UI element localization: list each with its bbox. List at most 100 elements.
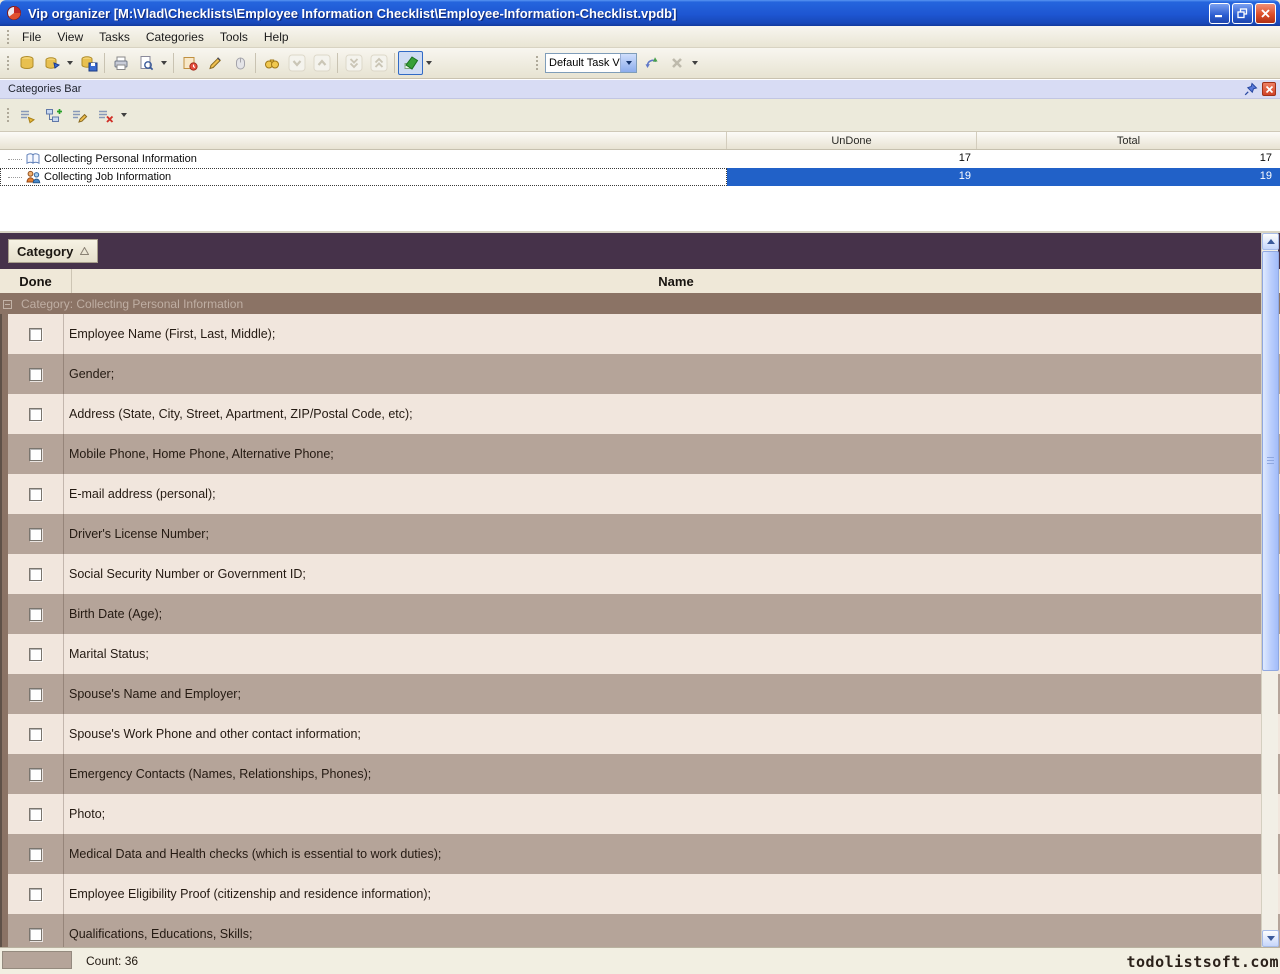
task-row[interactable]: Gender; xyxy=(2,354,1280,394)
menu-file[interactable]: File xyxy=(14,27,49,47)
move-up-button[interactable] xyxy=(309,51,334,75)
minimize-button[interactable] xyxy=(1209,3,1230,24)
menu-help[interactable]: Help xyxy=(256,27,297,47)
task-label: Emergency Contacts (Names, Relationships… xyxy=(64,754,1280,794)
menu-view[interactable]: View xyxy=(49,27,91,47)
task-checkbox-icon[interactable] xyxy=(29,888,42,901)
task-row[interactable]: Spouse's Work Phone and other contact in… xyxy=(2,714,1280,754)
print-preview-button[interactable] xyxy=(133,51,158,75)
edit-task-button[interactable] xyxy=(202,51,227,75)
print-dropdown-icon[interactable] xyxy=(161,61,167,65)
menu-tasks[interactable]: Tasks xyxy=(91,27,138,47)
task-checkbox-icon[interactable] xyxy=(29,768,42,781)
task-checkbox-icon[interactable] xyxy=(29,448,42,461)
collapse-group-icon[interactable] xyxy=(3,300,12,309)
drag-task-button[interactable] xyxy=(227,51,252,75)
task-grid-column-headers: Done Name xyxy=(0,269,1280,294)
pin-icon[interactable] xyxy=(1244,82,1258,96)
scroll-down-icon[interactable] xyxy=(1262,930,1279,947)
task-row[interactable]: Social Security Number or Government ID; xyxy=(2,554,1280,594)
task-row[interactable]: Employee Eligibility Proof (citizenship … xyxy=(2,874,1280,914)
new-database-button[interactable] xyxy=(14,51,39,75)
task-checkbox-icon[interactable] xyxy=(29,688,42,701)
task-row[interactable]: Qualifications, Educations, Skills; xyxy=(2,914,1280,947)
task-checkbox-icon[interactable] xyxy=(29,928,42,941)
category-label: Collecting Job Information xyxy=(44,171,171,183)
apply-view-button[interactable] xyxy=(639,51,664,75)
view-toolbar-options-icon[interactable] xyxy=(692,61,698,65)
task-row[interactable]: Address (State, City, Street, Apartment,… xyxy=(2,394,1280,434)
toolbar-grip[interactable] xyxy=(6,107,10,123)
group-row[interactable]: Category: Collecting Personal Informatio… xyxy=(0,294,1280,314)
task-label: Driver's License Number; xyxy=(64,514,1280,554)
task-done-cell xyxy=(2,354,64,394)
open-database-button[interactable] xyxy=(39,51,64,75)
task-row[interactable]: E-mail address (personal); xyxy=(2,474,1280,514)
restore-button[interactable] xyxy=(1232,3,1253,24)
print-button[interactable] xyxy=(108,51,133,75)
delete-view-button[interactable] xyxy=(664,51,689,75)
task-label: Marital Status; xyxy=(64,634,1280,674)
task-row[interactable]: Medical Data and Health checks (which is… xyxy=(2,834,1280,874)
task-checkbox-icon[interactable] xyxy=(29,568,42,581)
category-row[interactable]: Collecting Job Information1919 xyxy=(0,168,1280,186)
undone-column-header[interactable]: UnDone xyxy=(727,132,977,149)
task-label: Photo; xyxy=(64,794,1280,834)
task-checkbox-icon[interactable] xyxy=(29,848,42,861)
task-checkbox-icon[interactable] xyxy=(29,728,42,741)
task-row[interactable]: Mobile Phone, Home Phone, Alternative Ph… xyxy=(2,434,1280,474)
task-view-mode-button[interactable] xyxy=(398,51,423,75)
open-database-dropdown-icon[interactable] xyxy=(67,61,73,65)
close-button[interactable] xyxy=(1255,3,1276,24)
category-row[interactable]: Collecting Personal Information1717 xyxy=(0,150,1280,168)
menu-categories[interactable]: Categories xyxy=(138,27,212,47)
task-checkbox-icon[interactable] xyxy=(29,608,42,621)
toolbar-grip[interactable] xyxy=(535,55,539,71)
category-undone-value: 19 xyxy=(727,168,977,186)
task-row[interactable]: Spouse's Name and Employer; xyxy=(2,674,1280,714)
category-name-cell[interactable]: Collecting Job Information xyxy=(0,168,727,186)
vertical-scrollbar[interactable] xyxy=(1261,233,1278,947)
task-checkbox-icon[interactable] xyxy=(29,368,42,381)
name-column-header[interactable]: Name xyxy=(72,269,1280,293)
scrollbar-thumb[interactable] xyxy=(1262,251,1279,671)
task-row[interactable]: Birth Date (Age); xyxy=(2,594,1280,634)
find-button[interactable] xyxy=(259,51,284,75)
toolbar-grip[interactable] xyxy=(6,55,10,71)
menu-tools[interactable]: Tools xyxy=(212,27,256,47)
done-column-header[interactable]: Done xyxy=(0,269,72,293)
scroll-up-icon[interactable] xyxy=(1262,233,1279,250)
task-row[interactable]: Marital Status; xyxy=(2,634,1280,674)
task-checkbox-icon[interactable] xyxy=(29,648,42,661)
categories-toolbar-options-icon[interactable] xyxy=(121,113,127,117)
task-done-cell xyxy=(2,434,64,474)
move-to-bottom-button[interactable] xyxy=(341,51,366,75)
task-view-combobox[interactable]: Default Task V xyxy=(545,53,637,73)
task-checkbox-icon[interactable] xyxy=(29,808,42,821)
task-checkbox-icon[interactable] xyxy=(29,328,42,341)
task-checkbox-icon[interactable] xyxy=(29,528,42,541)
total-column-header[interactable]: Total xyxy=(977,132,1280,149)
task-row[interactable]: Employee Name (First, Last, Middle); xyxy=(2,314,1280,354)
group-by-category-button[interactable]: Category xyxy=(8,239,98,263)
panel-close-icon[interactable] xyxy=(1262,82,1276,96)
view-mode-dropdown-icon[interactable] xyxy=(426,61,432,65)
task-row[interactable]: Photo; xyxy=(2,794,1280,834)
new-task-button[interactable] xyxy=(177,51,202,75)
combobox-dropdown-icon[interactable] xyxy=(620,54,636,72)
task-row[interactable]: Emergency Contacts (Names, Relationships… xyxy=(2,754,1280,794)
add-subcategory-button[interactable] xyxy=(40,102,66,128)
task-row[interactable]: Driver's License Number; xyxy=(2,514,1280,554)
move-to-top-button[interactable] xyxy=(366,51,391,75)
save-database-button[interactable] xyxy=(76,51,101,75)
delete-category-button[interactable] xyxy=(92,102,118,128)
move-down-button[interactable] xyxy=(284,51,309,75)
category-column-header[interactable] xyxy=(0,132,727,149)
task-checkbox-icon[interactable] xyxy=(29,408,42,421)
toolbar-grip[interactable] xyxy=(6,29,10,45)
task-checkbox-icon[interactable] xyxy=(29,488,42,501)
new-category-button[interactable] xyxy=(14,102,40,128)
category-name-cell[interactable]: Collecting Personal Information xyxy=(0,150,727,168)
main-toolbar: Default Task V xyxy=(0,48,1280,79)
edit-category-button[interactable] xyxy=(66,102,92,128)
